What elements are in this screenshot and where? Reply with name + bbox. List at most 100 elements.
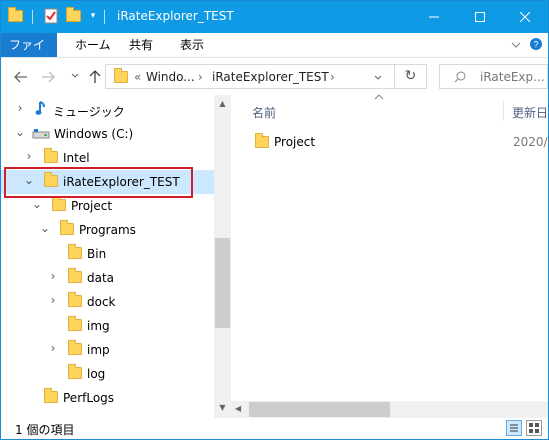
- tree-label: dock: [87, 295, 116, 309]
- tree-label: Project: [71, 199, 113, 213]
- customize-toolbar-icon[interactable]: ▾: [85, 8, 101, 24]
- tree-label: Windows (C:): [54, 127, 134, 141]
- tree-label: Intel: [63, 151, 90, 165]
- selection-highlight-box: [4, 167, 193, 198]
- chevron-down-icon[interactable]: ⌄: [30, 197, 44, 211]
- folder-icon: [255, 133, 269, 148]
- tree-item-dock[interactable]: › dock: [1, 290, 214, 314]
- scroll-up-icon[interactable]: ▲: [214, 99, 231, 108]
- minimize-button[interactable]: [411, 1, 457, 33]
- tree-label: PerfLogs: [63, 391, 115, 405]
- folder-icon: [68, 268, 82, 283]
- chevron-down-icon[interactable]: ⌄: [38, 221, 52, 235]
- tab-share[interactable]: 共有: [117, 33, 165, 57]
- tab-view[interactable]: 表示: [168, 33, 216, 57]
- new-folder-icon[interactable]: [65, 7, 81, 24]
- details-view-button[interactable]: [506, 420, 522, 436]
- scroll-left-icon[interactable]: ◀: [235, 404, 241, 413]
- item-date: 2020/0: [513, 135, 549, 149]
- tree-item-log[interactable]: log: [1, 362, 214, 386]
- column-header-date[interactable]: 更新日: [512, 104, 548, 121]
- recent-locations-icon[interactable]: [65, 67, 85, 87]
- tree-item-programs[interactable]: ⌄ Programs: [1, 218, 214, 242]
- breadcrumb-windows[interactable]: Windo...: [146, 70, 195, 84]
- tree-item-imp[interactable]: › imp: [1, 338, 214, 362]
- search-icon: [454, 71, 466, 83]
- folder-icon: [7, 7, 23, 24]
- search-input[interactable]: iRateExp...: [439, 64, 548, 89]
- item-count: 1 個の項目: [15, 423, 75, 437]
- title-bar: ▾ iRateExplorer_TEST: [1, 1, 548, 33]
- tree-label: imp: [87, 343, 110, 357]
- help-icon[interactable]: ?: [529, 37, 543, 54]
- content-pane: 名前 更新日 Project 2020/0: [231, 93, 549, 418]
- svg-text:?: ?: [533, 40, 538, 50]
- chevron-right-icon[interactable]: ›: [46, 341, 60, 355]
- tree-label: Bin: [87, 247, 107, 261]
- tree-label: log: [87, 367, 106, 381]
- music-icon: [35, 100, 47, 119]
- back-button[interactable]: [11, 67, 31, 87]
- breadcrumb-irate[interactable]: iRateExplorer_TEST: [212, 70, 329, 84]
- sort-up-icon: [374, 93, 384, 103]
- folder-icon: [44, 388, 58, 403]
- scroll-down-icon[interactable]: ▼: [214, 403, 231, 412]
- address-dropdown-icon[interactable]: [374, 70, 382, 84]
- chevron-down-icon[interactable]: ⌄: [13, 125, 27, 139]
- chevron-right-icon[interactable]: ›: [46, 293, 60, 307]
- expand-ribbon-icon[interactable]: [511, 39, 521, 52]
- tree-item-data[interactable]: › data: [1, 266, 214, 290]
- chevron-right-icon[interactable]: ›: [13, 101, 27, 115]
- maximize-button[interactable]: [457, 1, 503, 33]
- explorer-window: ▾ iRateExplorer_TEST ファイル ホーム 共有 表示 ?: [0, 0, 549, 440]
- window-title: iRateExplorer_TEST: [117, 9, 234, 23]
- breadcrumb-separator: ›: [330, 70, 335, 84]
- chevron-right-icon[interactable]: ›: [46, 269, 60, 283]
- folder-icon: [60, 220, 74, 235]
- tree-item-drive-c[interactable]: ⌄ Windows (C:): [1, 122, 214, 146]
- folder-icon: [68, 316, 82, 331]
- tree-item-img[interactable]: img: [1, 314, 214, 338]
- drive-icon: [32, 128, 50, 143]
- content-horizontal-scrollbar[interactable]: ◀: [231, 401, 548, 418]
- up-button[interactable]: [85, 67, 105, 87]
- tree-item-music[interactable]: › ミュージック: [1, 98, 214, 122]
- address-row: « Windo... › iRateExplorer_TEST › ↻ iRat…: [1, 58, 548, 95]
- separator: [32, 10, 33, 24]
- item-name: Project: [274, 135, 316, 149]
- tree-label: data: [87, 271, 115, 285]
- scrollbar-thumb[interactable]: [249, 402, 390, 417]
- folder-icon: [114, 68, 128, 83]
- tree-item-perflogs[interactable]: PerfLogs: [1, 386, 214, 410]
- tree-item-bin[interactable]: Bin: [1, 242, 214, 266]
- large-icons-view-button[interactable]: [526, 420, 542, 436]
- status-bar: 1 個の項目: [1, 418, 548, 439]
- nav-pane-scrollbar[interactable]: ▲ ▼: [214, 95, 231, 418]
- tab-file[interactable]: ファイル: [1, 33, 57, 76]
- scrollbar-thumb[interactable]: [215, 238, 230, 328]
- folder-icon: [52, 196, 66, 211]
- address-overflow[interactable]: «: [134, 70, 141, 84]
- folder-icon: [68, 364, 82, 379]
- column-header-name[interactable]: 名前: [252, 104, 276, 121]
- address-bar[interactable]: « Windo... › iRateExplorer_TEST ›: [105, 64, 395, 89]
- chevron-right-icon[interactable]: ›: [22, 149, 36, 163]
- refresh-button[interactable]: ↻: [395, 64, 427, 89]
- folder-icon: [68, 244, 82, 259]
- tab-home[interactable]: ホーム: [63, 33, 123, 57]
- tree-label: Programs: [79, 223, 136, 237]
- list-item[interactable]: Project 2020/0: [245, 131, 549, 153]
- folder-icon: [44, 148, 58, 163]
- tree-label: ミュージック: [53, 105, 125, 119]
- close-button[interactable]: [502, 1, 548, 33]
- properties-icon[interactable]: [43, 8, 59, 24]
- forward-button[interactable]: [38, 67, 58, 87]
- column-divider[interactable]: [503, 101, 504, 121]
- navigation-pane: › ミュージック ⌄ Windows (C:) › Intel ⌄ iRateE…: [1, 95, 214, 418]
- separator: [104, 10, 105, 24]
- breadcrumb-separator: ›: [198, 70, 203, 84]
- search-placeholder: iRateExp...: [480, 70, 545, 84]
- folder-icon: [68, 340, 82, 355]
- tree-label: img: [87, 319, 110, 333]
- ribbon-tabs: ファイル ホーム 共有 表示 ?: [1, 33, 548, 76]
